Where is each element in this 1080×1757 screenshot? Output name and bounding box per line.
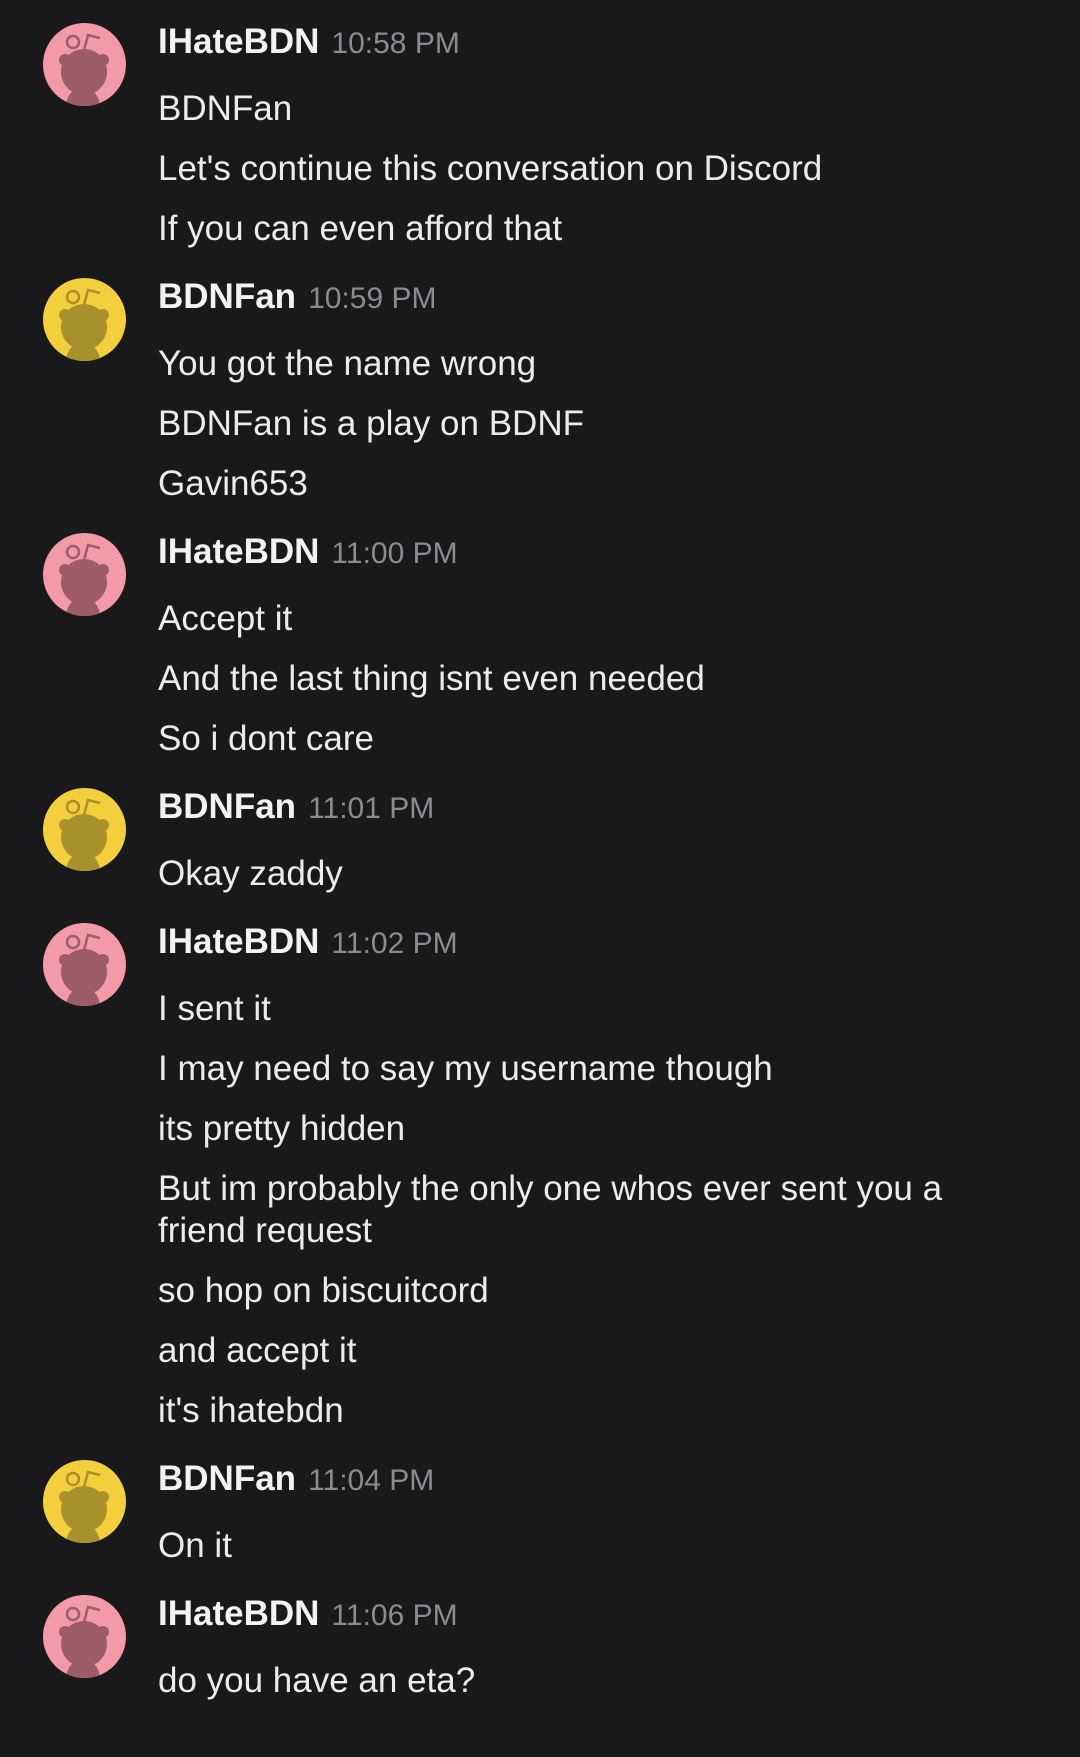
user-avatar[interactable] xyxy=(43,278,126,361)
user-avatar[interactable] xyxy=(43,1460,126,1543)
snoo-yellow-icon xyxy=(43,278,126,361)
message-line: Accept it xyxy=(158,599,293,638)
timestamp: 11:00 PM xyxy=(331,537,458,570)
message-line: But im probably the only one whos ever s… xyxy=(158,1169,943,1250)
message-line: and accept it xyxy=(158,1331,357,1370)
snoo-pink-icon xyxy=(43,533,126,616)
message-content: IHateBDN 11:00 PM Accept it And the last… xyxy=(158,532,1018,760)
user-avatar[interactable] xyxy=(43,533,126,616)
snoo-yellow-icon xyxy=(43,788,126,871)
author-name[interactable]: BDNFan xyxy=(158,277,296,317)
message-content: BDNFan 10:59 PM You got the name wrong B… xyxy=(158,277,1018,505)
author-name[interactable]: IHateBDN xyxy=(158,532,319,572)
timestamp: 10:59 PM xyxy=(308,282,437,315)
message-header: IHateBDN 11:06 PM xyxy=(158,1594,1018,1642)
message-line: You got the name wrong xyxy=(158,344,537,383)
message-line: so hop on biscuitcord xyxy=(158,1271,489,1310)
author-name[interactable]: IHateBDN xyxy=(158,1594,319,1634)
user-avatar[interactable] xyxy=(43,23,126,106)
message-line: Let's continue this conversation on Disc… xyxy=(158,149,823,188)
author-name[interactable]: IHateBDN xyxy=(158,922,319,962)
message-line: BDNFan xyxy=(158,89,293,128)
message-line: BDNFan is a play on BDNF xyxy=(158,404,584,443)
snoo-pink-icon xyxy=(43,1595,126,1678)
timestamp: 11:02 PM xyxy=(331,927,458,960)
message-content: IHateBDN 11:06 PM do you have an eta? xyxy=(158,1594,1018,1702)
message-header: IHateBDN 11:00 PM xyxy=(158,532,1018,580)
user-avatar[interactable] xyxy=(43,788,126,871)
snoo-pink-icon xyxy=(43,923,126,1006)
timestamp: 11:04 PM xyxy=(308,1464,435,1497)
author-name[interactable]: BDNFan xyxy=(158,787,296,827)
timestamp: 10:58 PM xyxy=(331,27,460,60)
message-line: So i dont care xyxy=(158,719,374,758)
timestamp: 11:01 PM xyxy=(308,792,435,825)
message-header: BDNFan 10:59 PM xyxy=(158,277,1018,325)
message-content: BDNFan 11:04 PM On it xyxy=(158,1459,1018,1567)
author-name[interactable]: BDNFan xyxy=(158,1459,296,1499)
message-header: BDNFan 11:04 PM xyxy=(158,1459,1018,1507)
message-line: do you have an eta? xyxy=(158,1661,476,1700)
user-avatar[interactable] xyxy=(43,1595,126,1678)
message-line: it's ihatebdn xyxy=(158,1391,344,1430)
message-line: And the last thing isnt even needed xyxy=(158,659,705,698)
message-content: IHateBDN 10:58 PM BDNFan Let's continue … xyxy=(158,22,1018,250)
timestamp: 11:06 PM xyxy=(331,1599,458,1632)
message-line: its pretty hidden xyxy=(158,1109,406,1148)
message-line: I may need to say my username though xyxy=(158,1049,773,1088)
message-line: Okay zaddy xyxy=(158,854,343,893)
message-line: On it xyxy=(158,1526,232,1565)
message-content: BDNFan 11:01 PM Okay zaddy xyxy=(158,787,1018,895)
snoo-pink-icon xyxy=(43,23,126,106)
message-header: BDNFan 11:01 PM xyxy=(158,787,1018,835)
message-header: IHateBDN 11:02 PM xyxy=(158,922,1018,970)
message-content: IHateBDN 11:02 PM I sent it I may need t… xyxy=(158,922,1018,1432)
message-line: I sent it xyxy=(158,989,271,1028)
user-avatar[interactable] xyxy=(43,923,126,1006)
message-line: Gavin653 xyxy=(158,464,308,503)
message-line: If you can even afford that xyxy=(158,209,563,248)
snoo-yellow-icon xyxy=(43,1460,126,1543)
message-header: IHateBDN 10:58 PM xyxy=(158,22,1018,70)
author-name[interactable]: IHateBDN xyxy=(158,22,319,62)
